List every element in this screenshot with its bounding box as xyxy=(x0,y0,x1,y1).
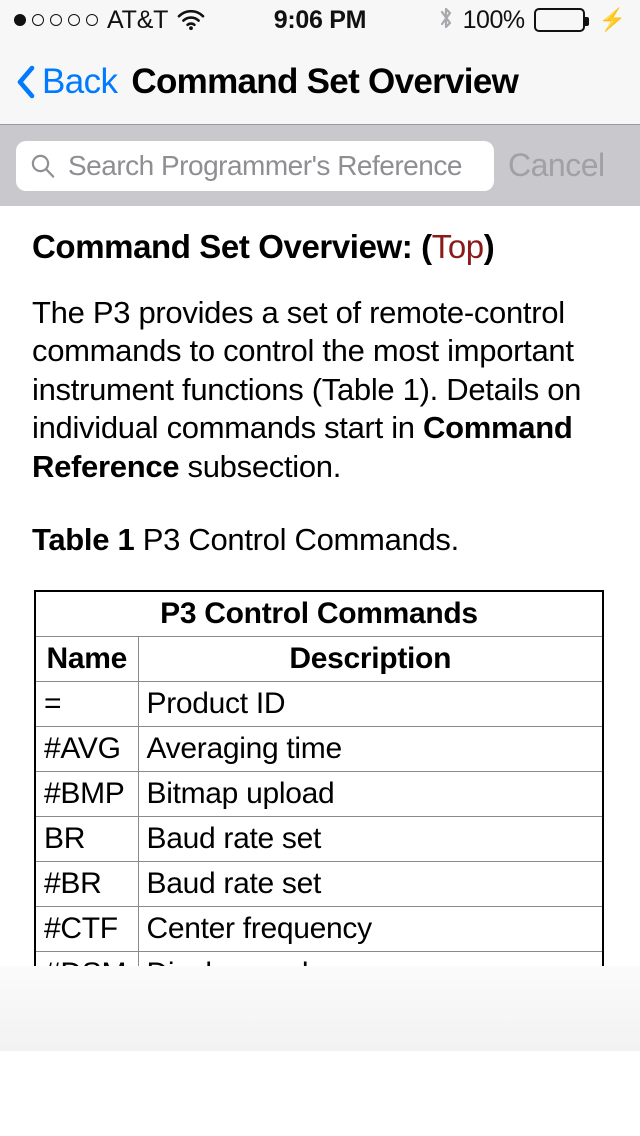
cancel-button[interactable]: Cancel xyxy=(500,147,605,184)
table-caption-text: P3 Control Commands. xyxy=(134,522,459,558)
battery-icon xyxy=(533,8,589,32)
app-screen: AT&T 9:06 PM 100% ⚡ Back Command Set Ove… xyxy=(0,0,640,1136)
cell-command-name: #AVG xyxy=(34,726,139,773)
table-caption: Table 1 P3 Control Commands. xyxy=(16,486,624,558)
search-input[interactable]: Search Programmer's Reference xyxy=(16,140,494,191)
cell-command-description: Baud rate set xyxy=(137,861,604,908)
intro-paragraph: The P3 provides a set of remote-control … xyxy=(16,272,624,486)
bluetooth-icon xyxy=(438,5,454,36)
back-button-label: Back xyxy=(42,62,118,101)
charging-bolt-icon: ⚡ xyxy=(598,7,626,32)
paragraph-part-2: subsection. xyxy=(179,448,342,484)
cell-command-name: BR xyxy=(34,816,139,863)
column-header-description: Description xyxy=(137,636,604,683)
table-span-header: P3 Control Commands xyxy=(34,590,604,638)
battery-percent-label: 100% xyxy=(462,5,525,34)
cell-command-name: #BR xyxy=(34,861,139,908)
cell-command-description: Product ID xyxy=(137,681,604,728)
status-bar-right: 100% ⚡ xyxy=(438,5,626,36)
table-span-header-row: P3 Control Commands xyxy=(34,590,604,638)
table-row: #BR Baud rate set xyxy=(34,861,604,908)
cell-command-description: Averaging time xyxy=(137,726,604,773)
table-column-header-row: Name Description xyxy=(34,636,604,683)
table-row: #CTF Center frequency xyxy=(34,906,604,953)
status-bar: AT&T 9:06 PM 100% ⚡ xyxy=(0,0,640,40)
cell-command-name: = xyxy=(34,681,139,728)
document-heading-close: ) xyxy=(483,228,495,265)
table-row: BR Baud rate set xyxy=(34,816,604,863)
document-content: Command Set Overview: (Top) The P3 provi… xyxy=(0,206,640,1051)
search-icon xyxy=(30,153,56,179)
column-header-name: Name xyxy=(34,636,139,683)
search-bar: Search Programmer's Reference Cancel xyxy=(0,125,640,206)
table-caption-label: Table 1 xyxy=(32,522,135,558)
back-button[interactable]: Back xyxy=(16,62,118,102)
table-row: = Product ID xyxy=(34,681,604,728)
cell-command-description: Baud rate set xyxy=(137,816,604,863)
page-title: Command Set Overview xyxy=(131,62,519,101)
table-row: #BMP Bitmap upload xyxy=(34,771,604,818)
bottom-toolbar xyxy=(0,966,640,1051)
document-heading-text: Command Set Overview: ( xyxy=(32,228,432,265)
navigation-bar: Back Command Set Overview xyxy=(0,40,640,125)
command-table-head: P3 Control Commands Name Description xyxy=(34,590,604,683)
table-row: #AVG Averaging time xyxy=(34,726,604,773)
cell-command-name: #CTF xyxy=(34,906,139,953)
document-heading: Command Set Overview: (Top) xyxy=(16,206,624,272)
search-placeholder: Search Programmer's Reference xyxy=(68,149,462,181)
cell-command-name: #BMP xyxy=(34,771,139,818)
cell-command-description: Center frequency xyxy=(137,906,604,953)
top-link[interactable]: Top xyxy=(432,228,484,265)
chevron-left-icon xyxy=(16,65,36,99)
cell-command-description: Bitmap upload xyxy=(137,771,604,818)
